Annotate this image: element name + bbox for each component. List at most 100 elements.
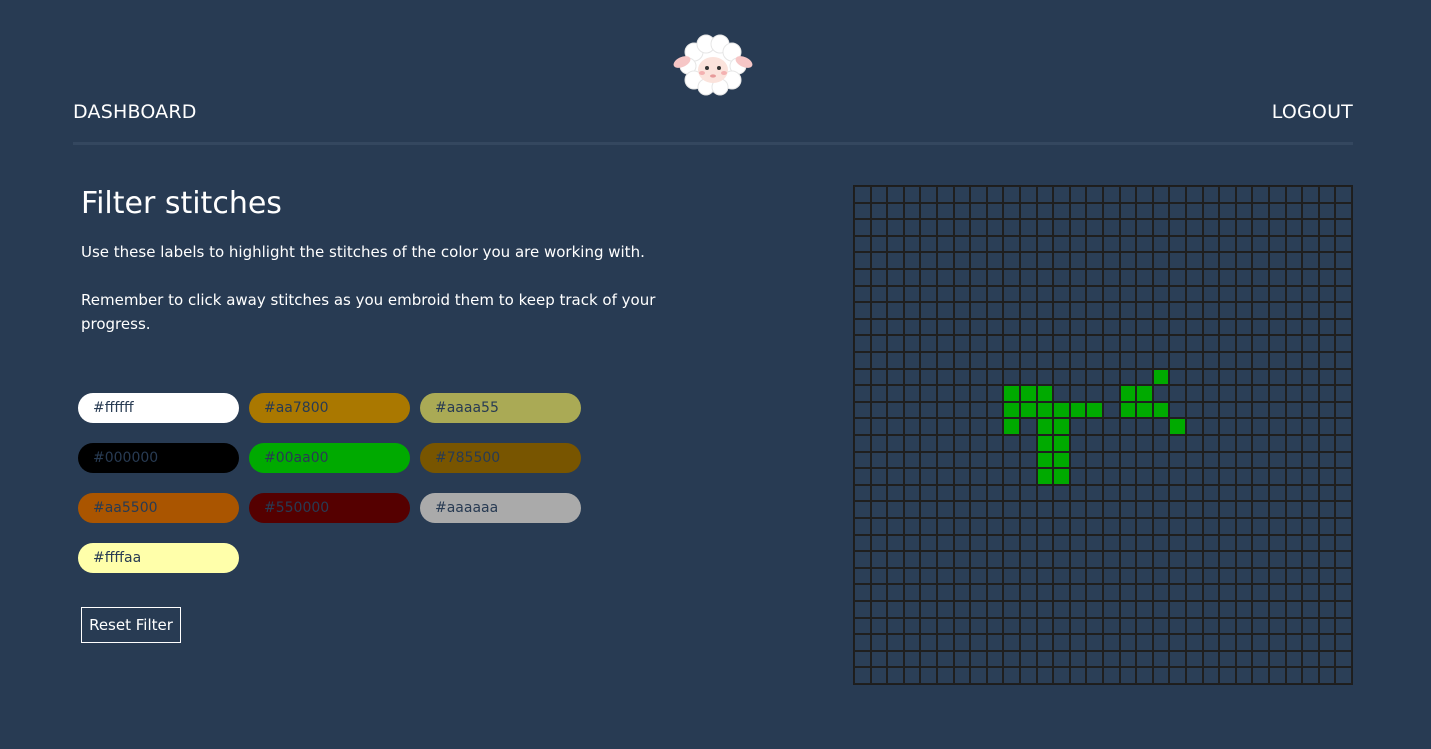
stitch-cell[interactable] (1269, 667, 1286, 684)
stitch-cell[interactable] (1086, 650, 1103, 668)
stitch-cell-green[interactable] (1053, 418, 1070, 435)
stitch-cell[interactable] (1318, 468, 1336, 485)
stitch-cell[interactable] (1235, 401, 1253, 419)
stitch-cell[interactable] (1285, 584, 1303, 601)
stitch-cell[interactable] (1136, 518, 1153, 535)
stitch-cell[interactable] (1285, 534, 1303, 552)
stitch-cell[interactable] (986, 617, 1004, 635)
stitch-cell[interactable] (1252, 352, 1269, 369)
stitch-cell[interactable] (1136, 601, 1153, 618)
stitch-cell[interactable] (1003, 368, 1020, 386)
stitch-cell[interactable] (1136, 584, 1153, 601)
stitch-cell[interactable] (1003, 335, 1020, 352)
color-chip[interactable]: #000000 (78, 443, 239, 473)
stitch-cell[interactable] (1103, 468, 1120, 485)
stitch-cell[interactable] (887, 302, 904, 319)
stitch-cell[interactable] (937, 401, 954, 419)
stitch-cell[interactable] (1219, 401, 1236, 419)
stitch-cell[interactable] (903, 352, 921, 369)
stitch-cell[interactable] (1103, 451, 1120, 469)
stitch-cell[interactable] (1152, 202, 1170, 220)
stitch-cell[interactable] (1020, 302, 1037, 319)
stitch-cell[interactable] (870, 318, 888, 336)
stitch-cell[interactable] (1252, 252, 1269, 269)
stitch-cell[interactable] (937, 667, 954, 684)
stitch-cell[interactable] (953, 435, 971, 452)
stitch-cell[interactable] (1202, 567, 1220, 585)
stitch-cell[interactable] (1103, 501, 1120, 518)
stitch-cell-green[interactable] (1119, 385, 1137, 402)
stitch-cell[interactable] (1235, 518, 1253, 535)
stitch-cell[interactable] (920, 667, 937, 684)
stitch-cell[interactable] (1302, 285, 1319, 303)
stitch-cell[interactable] (986, 186, 1004, 203)
stitch-cell[interactable] (1219, 352, 1236, 369)
stitch-cell-green[interactable] (1036, 435, 1054, 452)
stitch-cell[interactable] (887, 385, 904, 402)
stitch-cell[interactable] (970, 269, 987, 286)
stitch-cell[interactable] (1169, 567, 1186, 585)
stitch-cell[interactable] (1103, 285, 1120, 303)
stitch-cell[interactable] (1136, 468, 1153, 485)
stitch-cell[interactable] (903, 451, 921, 469)
stitch-cell[interactable] (887, 335, 904, 352)
stitch-cell[interactable] (1202, 534, 1220, 552)
stitch-cell[interactable] (1152, 385, 1170, 402)
stitch-cell[interactable] (1003, 650, 1020, 668)
stitch-cell[interactable] (1269, 252, 1286, 269)
stitch-cell[interactable] (854, 335, 871, 352)
stitch-cell[interactable] (1003, 352, 1020, 369)
stitch-cell[interactable] (1302, 667, 1319, 684)
stitch-cell[interactable] (1202, 368, 1220, 386)
stitch-cell[interactable] (887, 202, 904, 220)
stitch-cell[interactable] (1152, 235, 1170, 253)
stitch-cell[interactable] (937, 601, 954, 618)
stitch-cell[interactable] (1119, 435, 1137, 452)
stitch-cell[interactable] (1302, 352, 1319, 369)
stitch-cell[interactable] (986, 567, 1004, 585)
stitch-cell[interactable] (1318, 534, 1336, 552)
stitch-cell[interactable] (854, 368, 871, 386)
stitch-cell[interactable] (986, 335, 1004, 352)
stitch-cell[interactable] (1202, 518, 1220, 535)
stitch-cell[interactable] (1152, 484, 1170, 502)
stitch-cell[interactable] (1186, 667, 1203, 684)
color-chip[interactable]: #aa7800 (249, 393, 410, 423)
stitch-cell[interactable] (887, 634, 904, 651)
stitch-cell[interactable] (1003, 534, 1020, 552)
stitch-cell[interactable] (986, 501, 1004, 518)
stitch-cell[interactable] (1235, 534, 1253, 552)
stitch-cell[interactable] (1152, 435, 1170, 452)
stitch-cell[interactable] (870, 601, 888, 618)
stitch-cell[interactable] (1335, 451, 1352, 469)
stitch-cell[interactable] (1186, 601, 1203, 618)
stitch-cell[interactable] (1020, 252, 1037, 269)
stitch-cell[interactable] (1202, 634, 1220, 651)
stitch-cell[interactable] (1235, 186, 1253, 203)
stitch-cell[interactable] (1119, 269, 1137, 286)
stitch-cell[interactable] (970, 401, 987, 419)
stitch-cell[interactable] (1202, 318, 1220, 336)
stitch-cell[interactable] (854, 534, 871, 552)
stitch-cell[interactable] (920, 235, 937, 253)
stitch-cell[interactable] (887, 235, 904, 253)
stitch-cell[interactable] (903, 302, 921, 319)
stitch-cell[interactable] (1152, 335, 1170, 352)
stitch-cell[interactable] (1086, 252, 1103, 269)
stitch-cell[interactable] (1252, 518, 1269, 535)
stitch-cell[interactable] (920, 418, 937, 435)
stitch-cell[interactable] (1252, 285, 1269, 303)
stitch-cell[interactable] (937, 302, 954, 319)
stitch-cell[interactable] (1318, 584, 1336, 601)
stitch-cell[interactable] (1036, 335, 1054, 352)
stitch-cell[interactable] (1285, 385, 1303, 402)
stitch-cell[interactable] (870, 269, 888, 286)
stitch-cell[interactable] (1219, 368, 1236, 386)
stitch-cell[interactable] (1003, 567, 1020, 585)
stitch-cell[interactable] (870, 186, 888, 203)
stitch-cell[interactable] (1202, 302, 1220, 319)
stitch-cell[interactable] (1186, 484, 1203, 502)
stitch-cell[interactable] (1169, 385, 1186, 402)
stitch-cell[interactable] (920, 202, 937, 220)
stitch-cell[interactable] (1152, 534, 1170, 552)
